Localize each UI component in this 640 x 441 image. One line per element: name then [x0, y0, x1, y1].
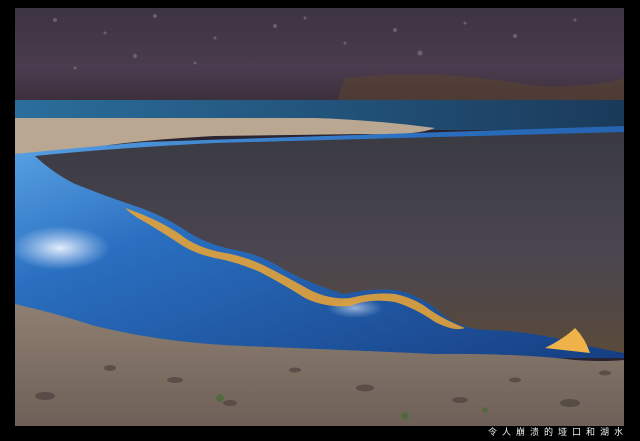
- landscape-photo: [15, 8, 624, 426]
- lake-scene: [15, 8, 624, 426]
- photo-frame: 令人崩溃的垭口和湖水: [0, 0, 640, 441]
- photo-caption: 令人崩溃的垭口和湖水: [487, 428, 628, 438]
